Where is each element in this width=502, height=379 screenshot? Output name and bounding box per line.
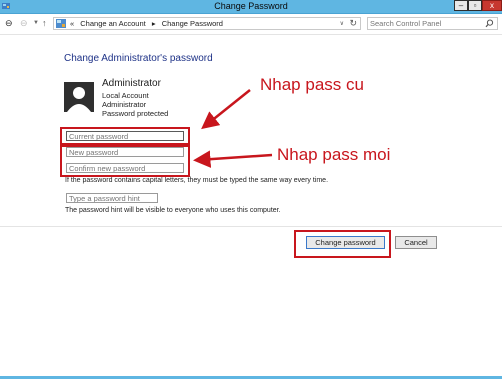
annotation-old-pass: Nhap pass cu [260, 75, 364, 94]
arrow-to-current-password [201, 89, 251, 130]
back-arrow-icon[interactable]: ⊖ [5, 18, 13, 29]
breadcrumb-separator: ▸ [151, 19, 156, 28]
breadcrumb: « Change an Account ▸ Change Password [70, 19, 227, 28]
forward-arrow-icon[interactable]: ⊖ [20, 18, 28, 29]
account-status: Password protected [102, 109, 169, 118]
account-type: Local Account [102, 91, 149, 100]
control-panel-icon [56, 19, 66, 28]
breadcrumb-overflow[interactable]: « [70, 19, 74, 28]
account-role: Administrator [102, 100, 147, 109]
user-avatar-icon [64, 82, 94, 112]
navigation-bar: ⊖ ⊖ ▼ ↑ « Change an Account ▸ Change Pas… [0, 14, 502, 35]
window-title: Change Password [214, 1, 288, 11]
breadcrumb-item-change-password[interactable]: Change Password [162, 19, 223, 28]
recent-pages-chevron-icon[interactable]: ▼ [33, 20, 39, 26]
case-sensitivity-note: If the password contains capital letters… [65, 177, 329, 184]
arrow-to-new-password [193, 150, 273, 168]
breadcrumb-item-change-account[interactable]: Change an Account [80, 19, 145, 28]
new-password-highlight [60, 145, 190, 177]
section-divider [0, 226, 502, 227]
search-input[interactable] [370, 19, 480, 28]
address-dropdown-icon[interactable]: ∨ [340, 20, 344, 27]
password-hint-field[interactable] [66, 193, 158, 203]
page-title: Change Administrator's password [64, 53, 213, 64]
current-password-highlight [60, 127, 190, 145]
address-box[interactable]: « Change an Account ▸ Change Password ∨ … [53, 17, 361, 30]
close-button[interactable]: x [482, 0, 502, 11]
refresh-icon[interactable]: ↻ [349, 18, 357, 29]
search-box[interactable] [367, 17, 498, 30]
minimize-button[interactable]: – [454, 0, 468, 11]
up-arrow-icon[interactable]: ↑ [42, 18, 47, 28]
maximize-button[interactable]: ▫ [468, 0, 482, 11]
search-icon[interactable] [485, 19, 494, 28]
account-name: Administrator [102, 78, 161, 89]
change-password-button[interactable]: Change password [306, 236, 385, 249]
title-bar: Change Password – ▫ x [0, 0, 502, 14]
hint-visibility-note: The password hint will be visible to eve… [65, 207, 281, 214]
annotation-new-pass: Nhap pass moi [277, 145, 391, 164]
cancel-button[interactable]: Cancel [395, 236, 437, 249]
